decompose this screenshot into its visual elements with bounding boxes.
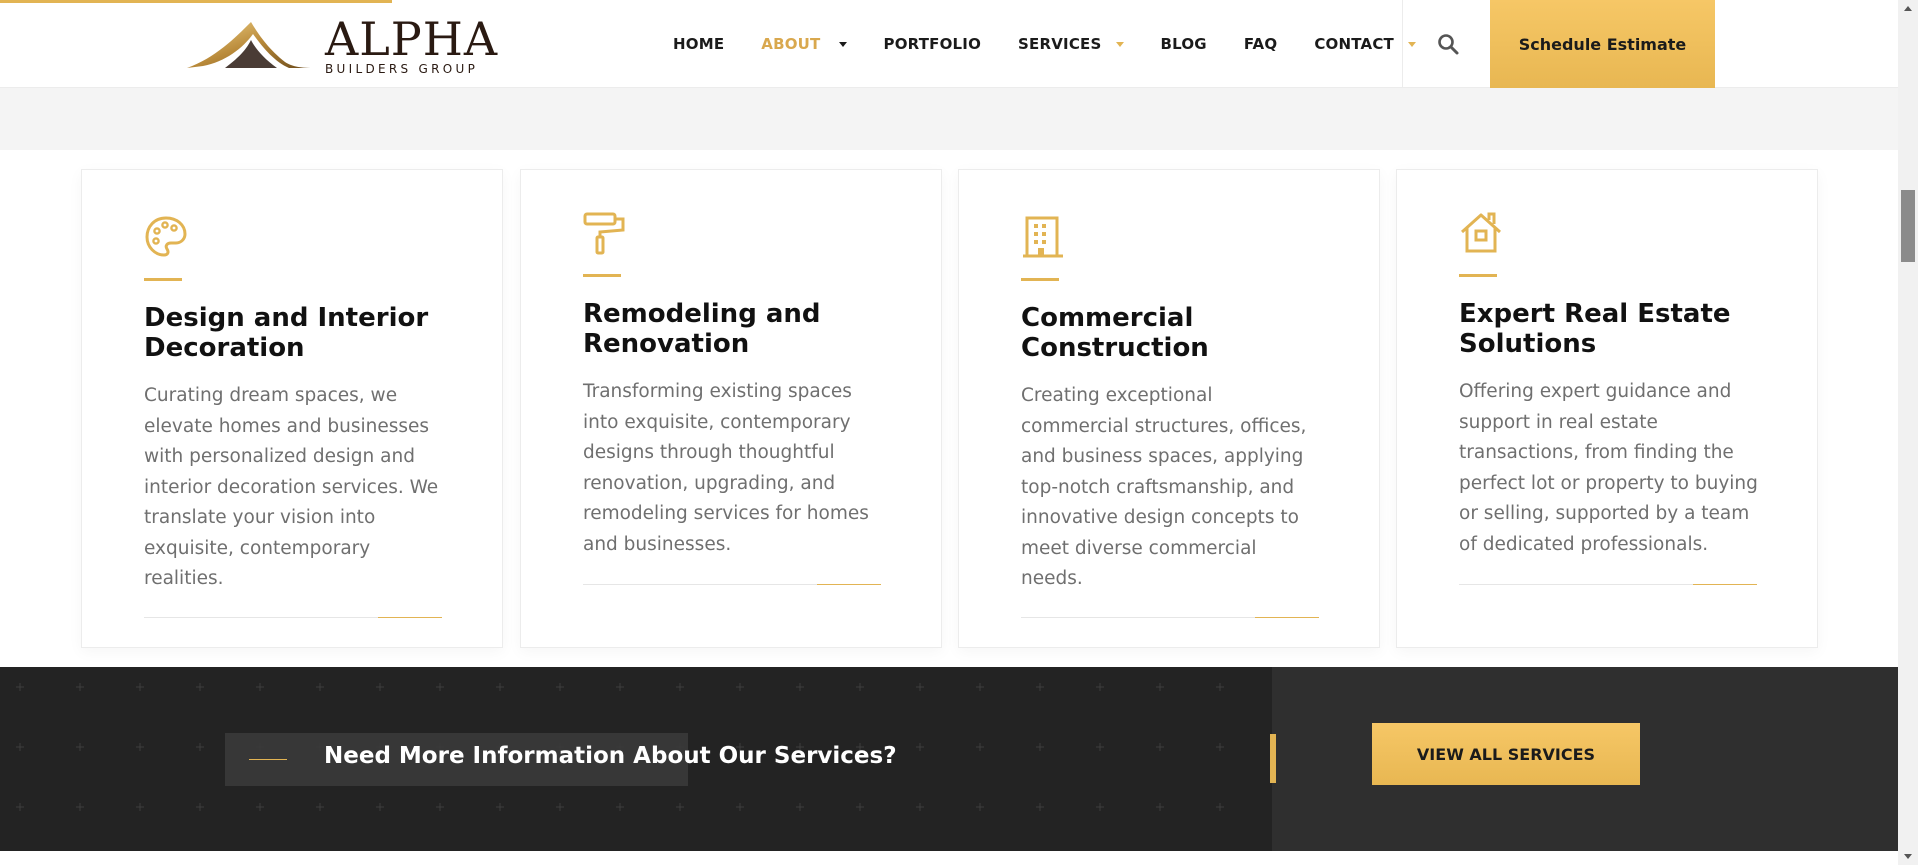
card-description: Transforming existing spaces into exquis… — [583, 381, 869, 555]
nav-divider — [1402, 0, 1403, 88]
nav-item-home[interactable]: HOME — [673, 35, 724, 53]
chevron-down-icon — [1407, 41, 1416, 47]
scroll-down-arrow-icon[interactable] — [1904, 854, 1912, 859]
card-description: Creating exceptional commercial structur… — [1021, 385, 1307, 589]
nav-item-label: HOME — [673, 35, 725, 53]
nav-item-label: FAQ — [1243, 35, 1278, 53]
card-divider-accent — [817, 584, 881, 585]
logo-text: ALPHA BUILDERS GROUP — [325, 16, 498, 76]
card-title: Remodeling and Renovation — [583, 299, 821, 359]
nav-item-faq[interactable]: FAQ — [1244, 35, 1278, 53]
search-icon — [1438, 34, 1459, 55]
building-icon — [1023, 216, 1063, 258]
scroll-up-arrow-icon[interactable] — [1904, 6, 1912, 11]
view-all-services-button[interactable]: VIEW ALL SERVICES — [1372, 723, 1640, 785]
card-divider-accent — [1255, 617, 1319, 618]
card-accent-line — [144, 278, 182, 281]
nav-item-contact[interactable]: CONTACT — [1314, 35, 1416, 53]
card-divider-accent — [378, 617, 442, 618]
services-cta-section: Need More Information About Our Services… — [0, 667, 1898, 851]
nav-item-label: PORTFOLIO — [883, 35, 982, 53]
service-card-commercial[interactable]: Commercial Construction Creating excepti… — [958, 169, 1380, 648]
logo-mark-icon — [187, 22, 313, 68]
card-description: Offering expert guidance and support in … — [1459, 381, 1758, 555]
chevron-down-icon — [1115, 41, 1124, 47]
scrollbar-thumb[interactable] — [1901, 190, 1915, 262]
cta-accent-bar — [1270, 734, 1276, 783]
nav-item-services[interactable]: SERVICES — [1018, 35, 1124, 53]
section-divider-band — [0, 88, 1898, 150]
nav-item-label: ABOUT — [761, 35, 821, 53]
card-accent-line — [1021, 278, 1059, 281]
logo-sub-text: BUILDERS GROUP — [325, 62, 479, 76]
nav-item-label: SERVICES — [1018, 35, 1102, 53]
card-accent-line — [1459, 274, 1497, 277]
nav-item-label: CONTACT — [1314, 35, 1394, 53]
service-card-remodeling[interactable]: Remodeling and Renovation Transforming e… — [520, 169, 942, 648]
card-title: Design and Interior Decoration — [144, 303, 429, 363]
header-accent-line — [0, 0, 392, 3]
logo[interactable]: ALPHA BUILDERS GROUP — [185, 14, 497, 76]
nav-item-blog[interactable]: BLOG — [1161, 35, 1207, 53]
service-card-real-estate[interactable]: Expert Real Estate Solutions Offering ex… — [1396, 169, 1818, 648]
card-title: Commercial Construction — [1021, 303, 1209, 363]
card-title: Expert Real Estate Solutions — [1459, 299, 1731, 359]
main-nav: HOME ABOUT PORTFOLIO SERVICES BLOG FAQ C… — [673, 0, 1453, 88]
page-bottom — [0, 851, 1898, 865]
cta-heading: Need More Information About Our Services… — [324, 743, 897, 769]
schedule-estimate-button[interactable]: Schedule Estimate — [1490, 0, 1715, 88]
house-icon — [1460, 212, 1502, 253]
nav-item-label: BLOG — [1160, 35, 1207, 53]
nav-item-portfolio[interactable]: PORTFOLIO — [884, 35, 982, 53]
chevron-down-icon — [838, 41, 847, 47]
card-accent-line — [583, 274, 621, 277]
nav-item-about[interactable]: ABOUT — [761, 35, 847, 53]
service-card-design[interactable]: Design and Interior Decoration Curating … — [81, 169, 503, 648]
palette-icon — [145, 216, 187, 257]
search-button[interactable] — [1436, 32, 1460, 56]
paint-roller-icon — [583, 212, 625, 255]
cta-accent-dash — [249, 759, 287, 760]
logo-main-text: ALPHA — [325, 12, 499, 66]
vertical-scrollbar[interactable] — [1898, 0, 1918, 865]
site-header: ALPHA BUILDERS GROUP HOME ABOUT PORTFOLI… — [0, 0, 1898, 88]
card-divider-accent — [1693, 584, 1757, 585]
card-description: Curating dream spaces, we elevate homes … — [144, 385, 439, 589]
